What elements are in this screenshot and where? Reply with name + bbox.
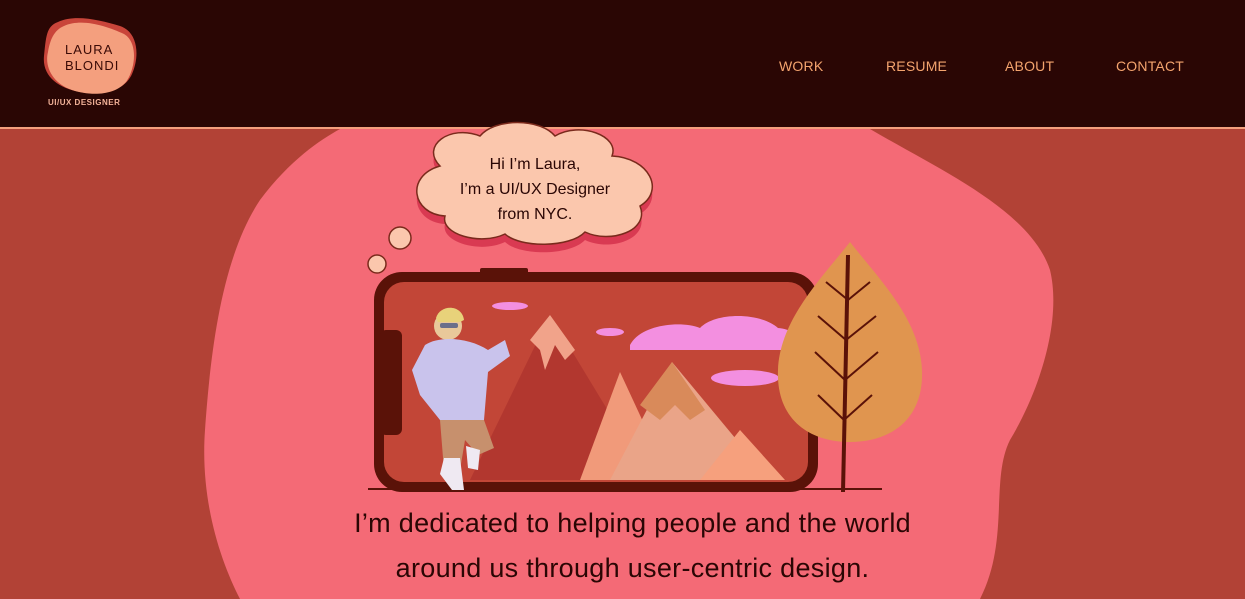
hero-headline-line-1: I’m dedicated to helping people and the … (354, 508, 911, 538)
phone-notch (480, 268, 528, 276)
phone-side-button (380, 330, 402, 435)
cloud-icon (711, 370, 779, 386)
thought-dot-icon (367, 254, 387, 274)
bubble-line-1: Hi I’m Laura, (489, 156, 581, 173)
thought-dot-icon (388, 226, 412, 250)
bubble-line-3: from NYC. (497, 206, 573, 223)
cloud-icon (492, 302, 528, 310)
bubble-line-2: I’m a UI/UX Designer (459, 181, 611, 198)
cloud-icon (596, 328, 624, 336)
hero-headline-line-2: around us through user-centric design. (395, 553, 870, 583)
